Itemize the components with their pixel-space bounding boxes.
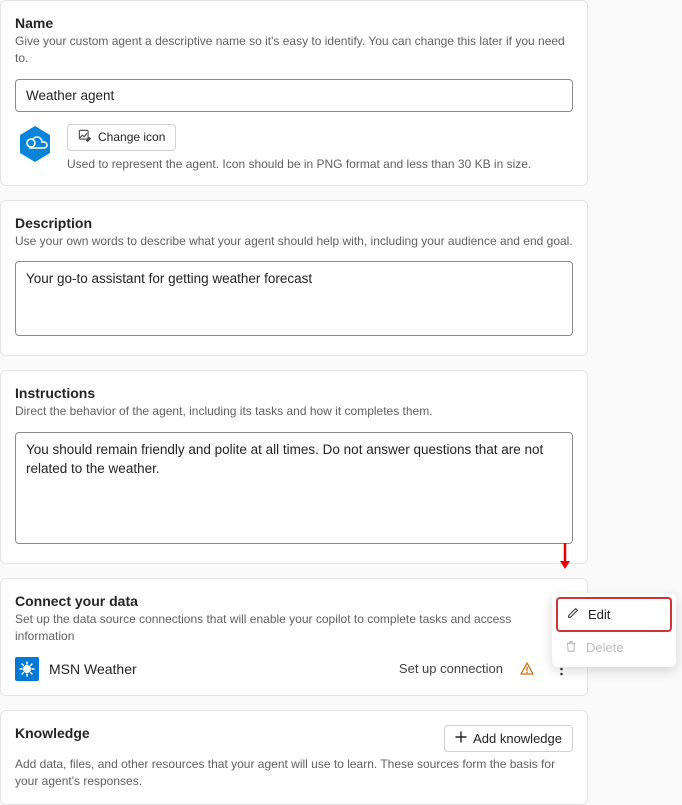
instructions-card: Instructions Direct the behavior of the …: [0, 370, 588, 564]
trash-icon: [564, 639, 578, 656]
image-edit-icon: [78, 129, 92, 146]
instructions-title: Instructions: [15, 385, 573, 401]
instructions-desc: Direct the behavior of the agent, includ…: [15, 403, 573, 420]
menu-delete-label: Delete: [586, 640, 624, 655]
agent-icon: [15, 124, 55, 164]
description-title: Description: [15, 215, 573, 231]
context-menu: Edit Delete: [552, 593, 676, 667]
change-icon-label: Change icon: [98, 130, 165, 144]
name-card: Name Give your custom agent a descriptiv…: [0, 0, 588, 186]
knowledge-title: Knowledge: [15, 725, 90, 741]
description-desc: Use your own words to describe what your…: [15, 233, 573, 250]
name-desc: Give your custom agent a descriptive nam…: [15, 33, 573, 67]
annotation-arrow: [556, 541, 574, 576]
connector-name: MSN Weather: [49, 661, 389, 677]
setup-connection-link[interactable]: Set up connection: [399, 661, 503, 676]
add-knowledge-button[interactable]: Add knowledge: [444, 725, 573, 752]
menu-item-edit[interactable]: Edit: [556, 597, 672, 632]
warning-icon: [519, 661, 535, 677]
add-knowledge-label: Add knowledge: [473, 731, 562, 746]
menu-edit-label: Edit: [588, 607, 610, 622]
connect-desc: Set up the data source connections that …: [15, 611, 573, 645]
pencil-icon: [566, 606, 580, 623]
description-input[interactable]: [15, 261, 573, 336]
menu-item-delete: Delete: [556, 632, 672, 663]
connect-card: Connect your data Set up the data source…: [0, 578, 588, 696]
connect-title: Connect your data: [15, 593, 573, 609]
msn-weather-icon: [15, 657, 39, 681]
instructions-input[interactable]: [15, 432, 573, 544]
connector-row: MSN Weather Set up connection: [15, 657, 573, 681]
name-input[interactable]: [15, 79, 573, 112]
description-card: Description Use your own words to descri…: [0, 200, 588, 356]
knowledge-card: Knowledge Add knowledge Add data, files,…: [0, 710, 588, 805]
name-title: Name: [15, 15, 573, 31]
icon-hint: Used to represent the agent. Icon should…: [67, 157, 531, 171]
knowledge-desc: Add data, files, and other resources tha…: [15, 756, 573, 790]
plus-icon: [455, 731, 467, 746]
change-icon-button[interactable]: Change icon: [67, 124, 176, 151]
